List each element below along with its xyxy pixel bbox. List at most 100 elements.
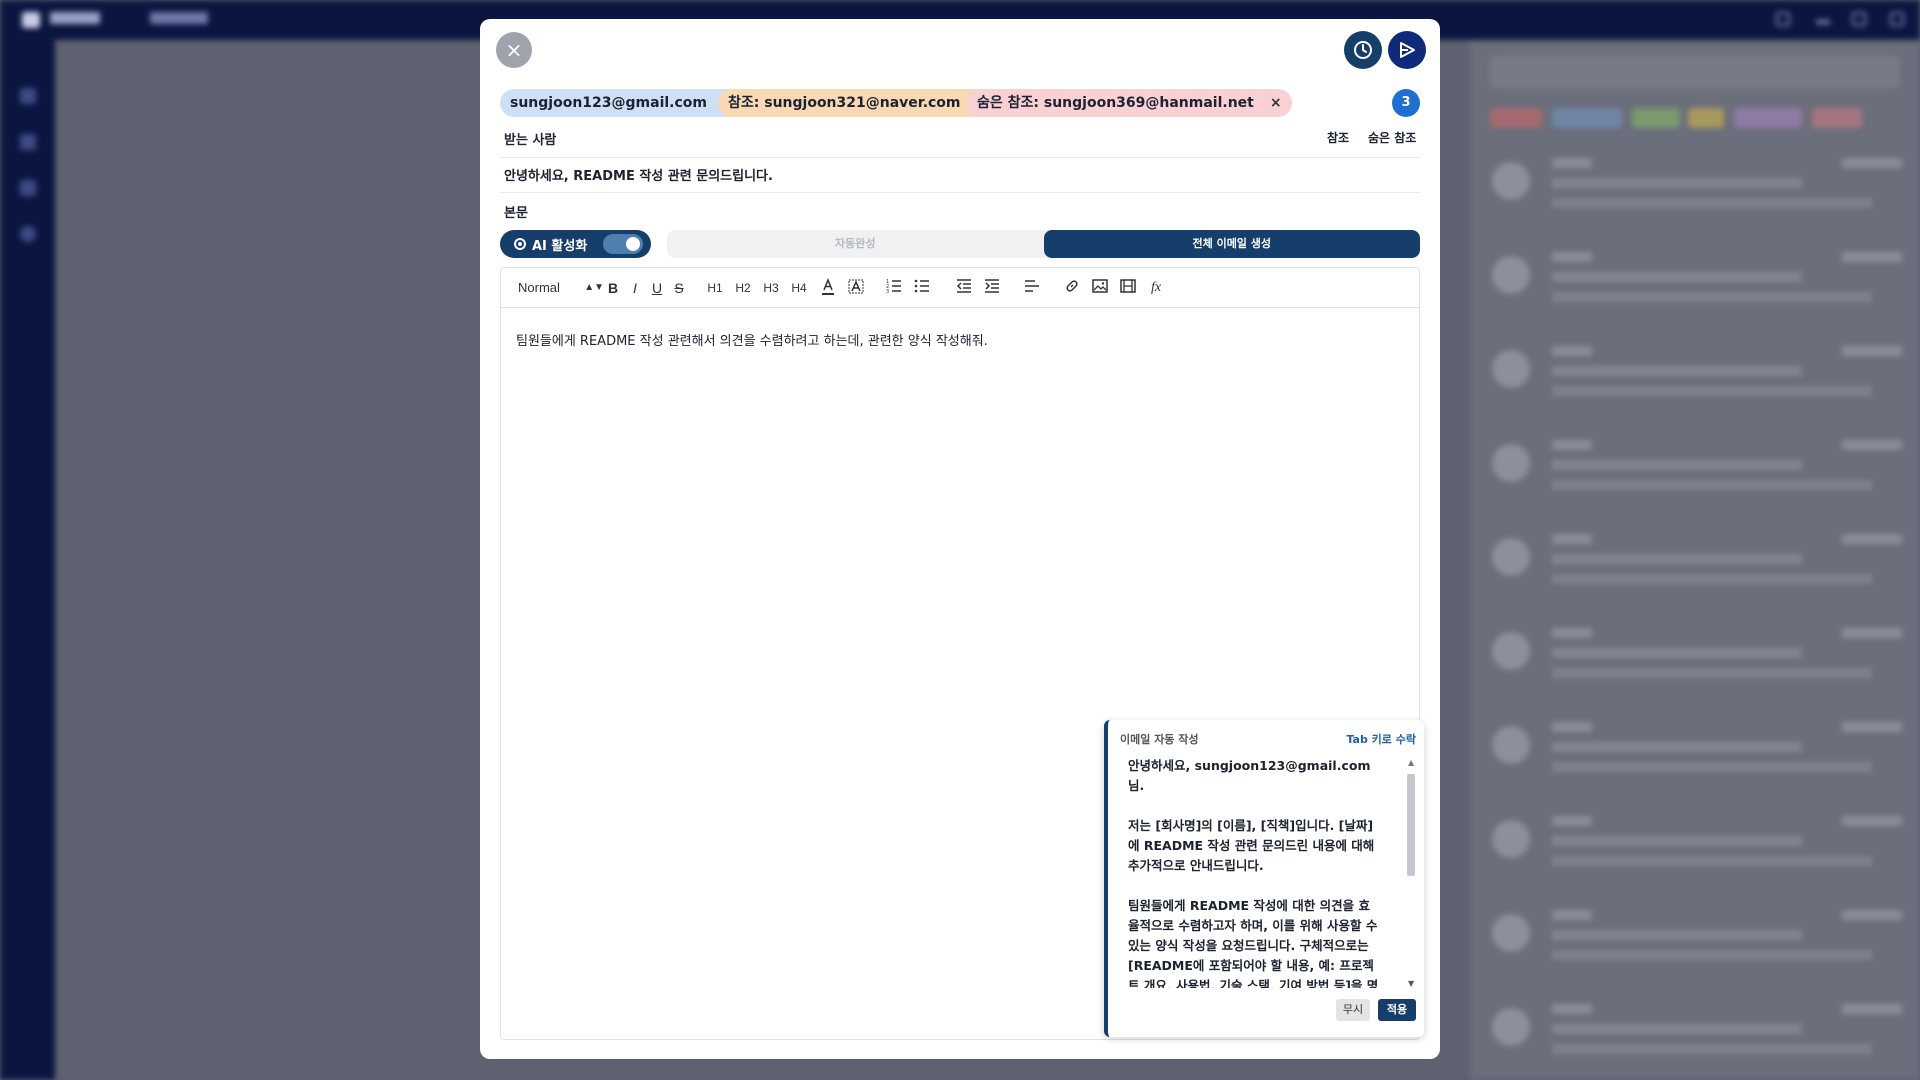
tab-accept-hint: Tab 키로 수락 (1346, 733, 1416, 746)
mode-autocomplete-tab[interactable]: 자동완성 (667, 230, 1044, 258)
suggestion-scroll-area[interactable]: 안녕하세요, sungjoon123@gmail.com 님. 저는 [회사명]… (1120, 756, 1416, 988)
editor-content[interactable]: 팀원들에게 README 작성 관련해서 의견을 수렴하려고 하는데, 관련한 … (516, 330, 988, 349)
video-button[interactable] (1119, 278, 1137, 298)
scrollbar-thumb[interactable] (1407, 774, 1415, 876)
bg-mail-item (1492, 432, 1902, 512)
strikethrough-button[interactable]: S (671, 278, 687, 298)
scroll-up-icon[interactable]: ▲ (1408, 758, 1414, 767)
bcc-toggle-link[interactable]: 숨은 참조 (1368, 129, 1416, 146)
recipient-email: 참조: sungjoon321@naver.com (728, 95, 961, 111)
bold-button[interactable]: B (605, 278, 621, 298)
send-icon (1400, 42, 1415, 58)
schedule-send-button[interactable] (1344, 31, 1382, 69)
highlight-icon (848, 279, 864, 294)
bg-mail-item (1492, 338, 1902, 418)
minimize-icon (1816, 20, 1830, 24)
scroll-down-icon[interactable]: ▼ (1408, 979, 1414, 988)
background-search (1490, 55, 1900, 89)
align-button[interactable] (1023, 278, 1041, 298)
outdent-button[interactable] (955, 278, 973, 298)
app-brand (50, 12, 100, 24)
divider (500, 157, 1420, 158)
bg-tag (1734, 108, 1802, 128)
ai-activation-toggle[interactable]: AI 활성화 (500, 230, 651, 258)
mode-full-email-tab[interactable]: 전체 이메일 생성 (1043, 230, 1420, 258)
cc-toggle-link[interactable]: 참조 (1327, 129, 1349, 146)
bg-tag (1552, 108, 1622, 128)
ordered-list-button[interactable]: 123 (885, 278, 903, 298)
ai-toggle-label: AI 활성화 (532, 238, 588, 254)
send-button[interactable] (1388, 31, 1426, 69)
background-sidebar (0, 40, 55, 1080)
bg-mail-item (1492, 714, 1902, 794)
maximize-icon (1852, 12, 1866, 26)
suggestion-scrollbar[interactable]: ▲ ▼ (1406, 758, 1416, 988)
underline-button[interactable]: U (649, 278, 665, 298)
ai-mode-selector: 자동완성 전체 이메일 생성 (667, 230, 1420, 258)
bg-mail-item (1492, 244, 1902, 324)
bg-tag (1632, 108, 1680, 128)
heading1-button[interactable]: H1 (705, 278, 725, 298)
svg-text:3: 3 (886, 289, 889, 294)
remove-recipient-icon[interactable]: × (1270, 89, 1282, 117)
bg-mail-item (1492, 808, 1902, 888)
mail-icon (20, 88, 36, 104)
background-mail-list (1470, 40, 1920, 1080)
text-color-button[interactable] (819, 277, 837, 298)
align-left-icon (1025, 280, 1039, 292)
bg-mail-item (1492, 150, 1902, 230)
indent-icon (985, 279, 999, 293)
image-button[interactable] (1091, 278, 1109, 298)
autocomplete-title: 이메일 자동 작성 (1120, 733, 1199, 746)
bg-tag (1812, 108, 1862, 128)
bullet-list-icon (914, 279, 929, 293)
recipient-chip-to[interactable]: sungjoon123@gmail.com × (500, 89, 745, 117)
recipient-count-badge: 3 (1392, 89, 1420, 117)
suggestion-paragraph: 안녕하세요, sungjoon123@gmail.com 님. (1128, 758, 1371, 793)
radio-icon (514, 238, 526, 250)
settings-icon (20, 226, 36, 242)
recipient-email: 숨은 참조: sungjoon369@hanmail.net (977, 95, 1254, 111)
close-icon: × (505, 38, 523, 62)
ignore-button[interactable]: 무시 (1336, 999, 1370, 1021)
recipient-chip-cc[interactable]: 참조: sungjoon321@naver.com × (718, 89, 999, 117)
bg-mail-item (1492, 902, 1902, 982)
bg-mail-item (1492, 526, 1902, 606)
editor-toolbar: Normal ▲▼ B I U S H1 H2 H3 H4 123 fx (501, 268, 1419, 308)
format-select[interactable]: Normal ▲▼ (518, 278, 608, 298)
app-subtitle (150, 12, 208, 24)
heading2-button[interactable]: H2 (733, 278, 753, 298)
text-color-icon (822, 277, 834, 295)
bullet-list-button[interactable] (913, 278, 931, 298)
bg-tag (1490, 108, 1542, 128)
window-close-icon (1890, 12, 1904, 26)
divider (500, 192, 1420, 193)
outdent-icon (956, 279, 971, 293)
subject-input[interactable]: 안녕하세요, README 작성 관련 문의드립니다. (504, 165, 773, 184)
indent-button[interactable] (983, 278, 1001, 298)
app-logo (22, 12, 40, 28)
heading4-button[interactable]: H4 (789, 278, 809, 298)
apply-button[interactable]: 적용 (1378, 999, 1416, 1021)
bg-mail-item (1492, 996, 1902, 1076)
to-field-label[interactable]: 받는 사람 (504, 129, 556, 148)
toggle-switch[interactable] (603, 234, 644, 254)
body-label: 본문 (504, 206, 528, 221)
link-button[interactable] (1063, 278, 1081, 298)
suggestion-paragraph: 팀원들에게 README 작성에 대한 의견을 효율적으로 수렴하고자 하며, … (1128, 898, 1379, 988)
attachment-icon (20, 134, 36, 150)
italic-button[interactable]: I (627, 278, 643, 298)
suggestion-text: 안녕하세요, sungjoon123@gmail.com 님. 저는 [회사명]… (1120, 756, 1380, 988)
suggestion-paragraph: 저는 [회사명]의 [이름], [직책]입니다. [날짜]에 README 작성… (1128, 818, 1375, 873)
image-icon (1092, 279, 1108, 293)
bg-mail-item (1492, 620, 1902, 700)
format-select-value: Normal (518, 280, 560, 295)
select-arrows-icon: ▲▼ (584, 282, 604, 293)
recipient-chip-bcc[interactable]: 숨은 참조: sungjoon369@hanmail.net × (967, 89, 1292, 117)
highlight-button[interactable] (847, 278, 865, 298)
close-button[interactable]: × (496, 32, 532, 68)
bg-tag (1688, 108, 1724, 128)
clear-format-button[interactable]: fx (1147, 278, 1165, 298)
heading3-button[interactable]: H3 (761, 278, 781, 298)
recipient-email: sungjoon123@gmail.com (510, 95, 707, 111)
